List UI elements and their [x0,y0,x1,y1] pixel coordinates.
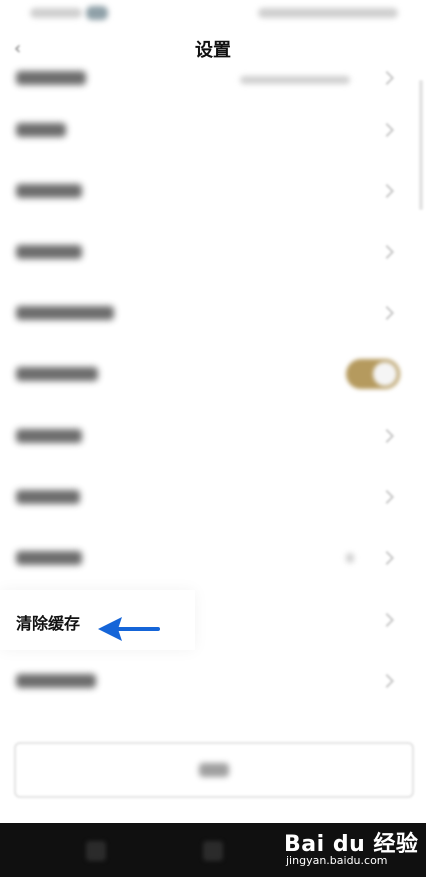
settings-row-partial[interactable] [0,52,426,96]
chevron-right-icon [379,183,395,199]
status-bar [0,0,426,30]
settings-row[interactable] [0,160,426,222]
logout-button[interactable] [14,742,414,798]
chevron-right-icon [379,428,395,444]
chevron-right-icon [379,489,395,505]
arrow-left-icon [98,617,160,641]
watermark-url: jingyan.baidu.com [286,854,388,867]
settings-row[interactable] [0,466,426,528]
chevron-right-icon [379,244,395,260]
scrollbar[interactable] [419,80,423,210]
settings-row[interactable] [0,99,426,161]
settings-row[interactable] [0,282,426,344]
settings-row[interactable] [0,405,426,467]
settings-row[interactable] [0,650,426,712]
chevron-right-icon [379,673,395,689]
settings-row[interactable] [0,221,426,283]
toggle-switch[interactable] [346,359,400,389]
chevron-right-icon [379,71,395,86]
chevron-right-icon [379,550,395,566]
chevron-right-icon [379,122,395,138]
settings-row-toggle[interactable] [0,343,426,405]
settings-row[interactable] [0,527,426,589]
nav-home-icon[interactable] [203,841,223,861]
chevron-right-icon [379,612,395,628]
watermark: Bai du 经验 jingyan.baidu.com [284,826,418,872]
chevron-right-icon [379,305,395,321]
clear-cache-label[interactable]: 清除缓存 [16,610,80,634]
nav-back-icon[interactable] [86,841,106,861]
